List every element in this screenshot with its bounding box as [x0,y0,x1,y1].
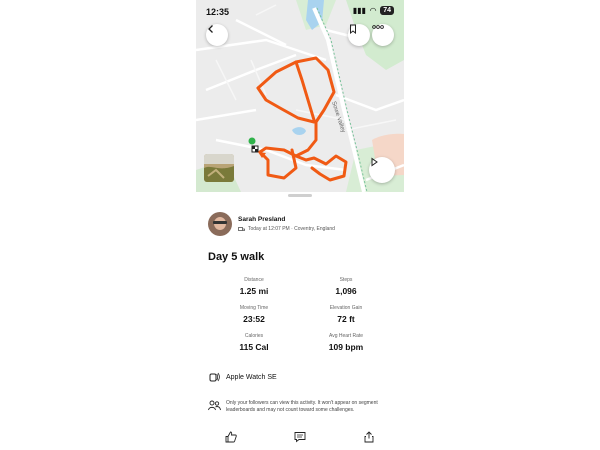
stat-distance: Distance 1.25 mi [239,277,269,296]
photo-image [204,154,234,182]
stat-moving-time: Moving Time 23:52 [239,305,269,324]
device-name: Apple Watch SE [226,373,277,381]
battery-icon: 74 [380,6,394,15]
sheet-handle[interactable] [288,194,312,197]
activity-title: Day 5 walk [208,251,265,263]
action-bar [196,428,404,446]
share-icon [364,431,374,443]
device-row[interactable]: Apple Watch SE [208,371,277,383]
back-button[interactable] [206,24,228,46]
play-icon [371,157,378,167]
watch-icon [209,372,220,382]
start-marker [248,137,256,145]
share-button[interactable] [360,428,378,446]
stat-calories: Calories 115 Cal [239,333,269,352]
athlete-name[interactable]: Sarah Presland [238,216,335,223]
walk-activity-icon [238,226,245,231]
signal-icon: ▮▮▮ [352,6,367,15]
status-time: 12:35 [206,7,230,17]
bookmark-icon [350,24,356,34]
activity-photo-thumbnail[interactable] [204,154,234,182]
play-flyover-button[interactable] [369,157,395,183]
chevron-left-icon [208,25,213,33]
stat-steps: Steps 1,096 [335,277,357,296]
privacy-notice: Only your followers can view this activi… [208,400,392,414]
followers-icon [208,400,221,411]
kudos-button[interactable] [222,428,240,446]
privacy-text: Only your followers can view this activi… [226,400,378,413]
thumbs-up-icon [225,431,237,443]
athlete-header[interactable]: Sarah Presland Today at 12:07 PM · Coven… [208,212,335,236]
wifi-icon: ◠ [370,6,377,15]
comment-icon [294,432,306,443]
more-button[interactable] [372,24,394,46]
bookmark-button[interactable] [348,24,370,46]
stat-avg-heart-rate: Avg Heart Rate 109 bpm [328,333,364,352]
status-bar: 12:35 ▮▮▮ ◠ 74 [206,6,394,20]
more-icon [372,25,384,29]
phone-screen: Sowe Valley 12:35 ▮▮▮ ◠ 74 Sarah Preslan… [196,0,404,450]
avatar[interactable] [208,212,232,236]
stat-elevation-gain: Elevation Gain 72 ft [329,305,363,324]
activity-meta: Today at 12:07 PM · Coventry, England [248,226,335,232]
route-map[interactable]: Sowe Valley 12:35 ▮▮▮ ◠ 74 [196,0,404,192]
comment-button[interactable] [291,428,309,446]
